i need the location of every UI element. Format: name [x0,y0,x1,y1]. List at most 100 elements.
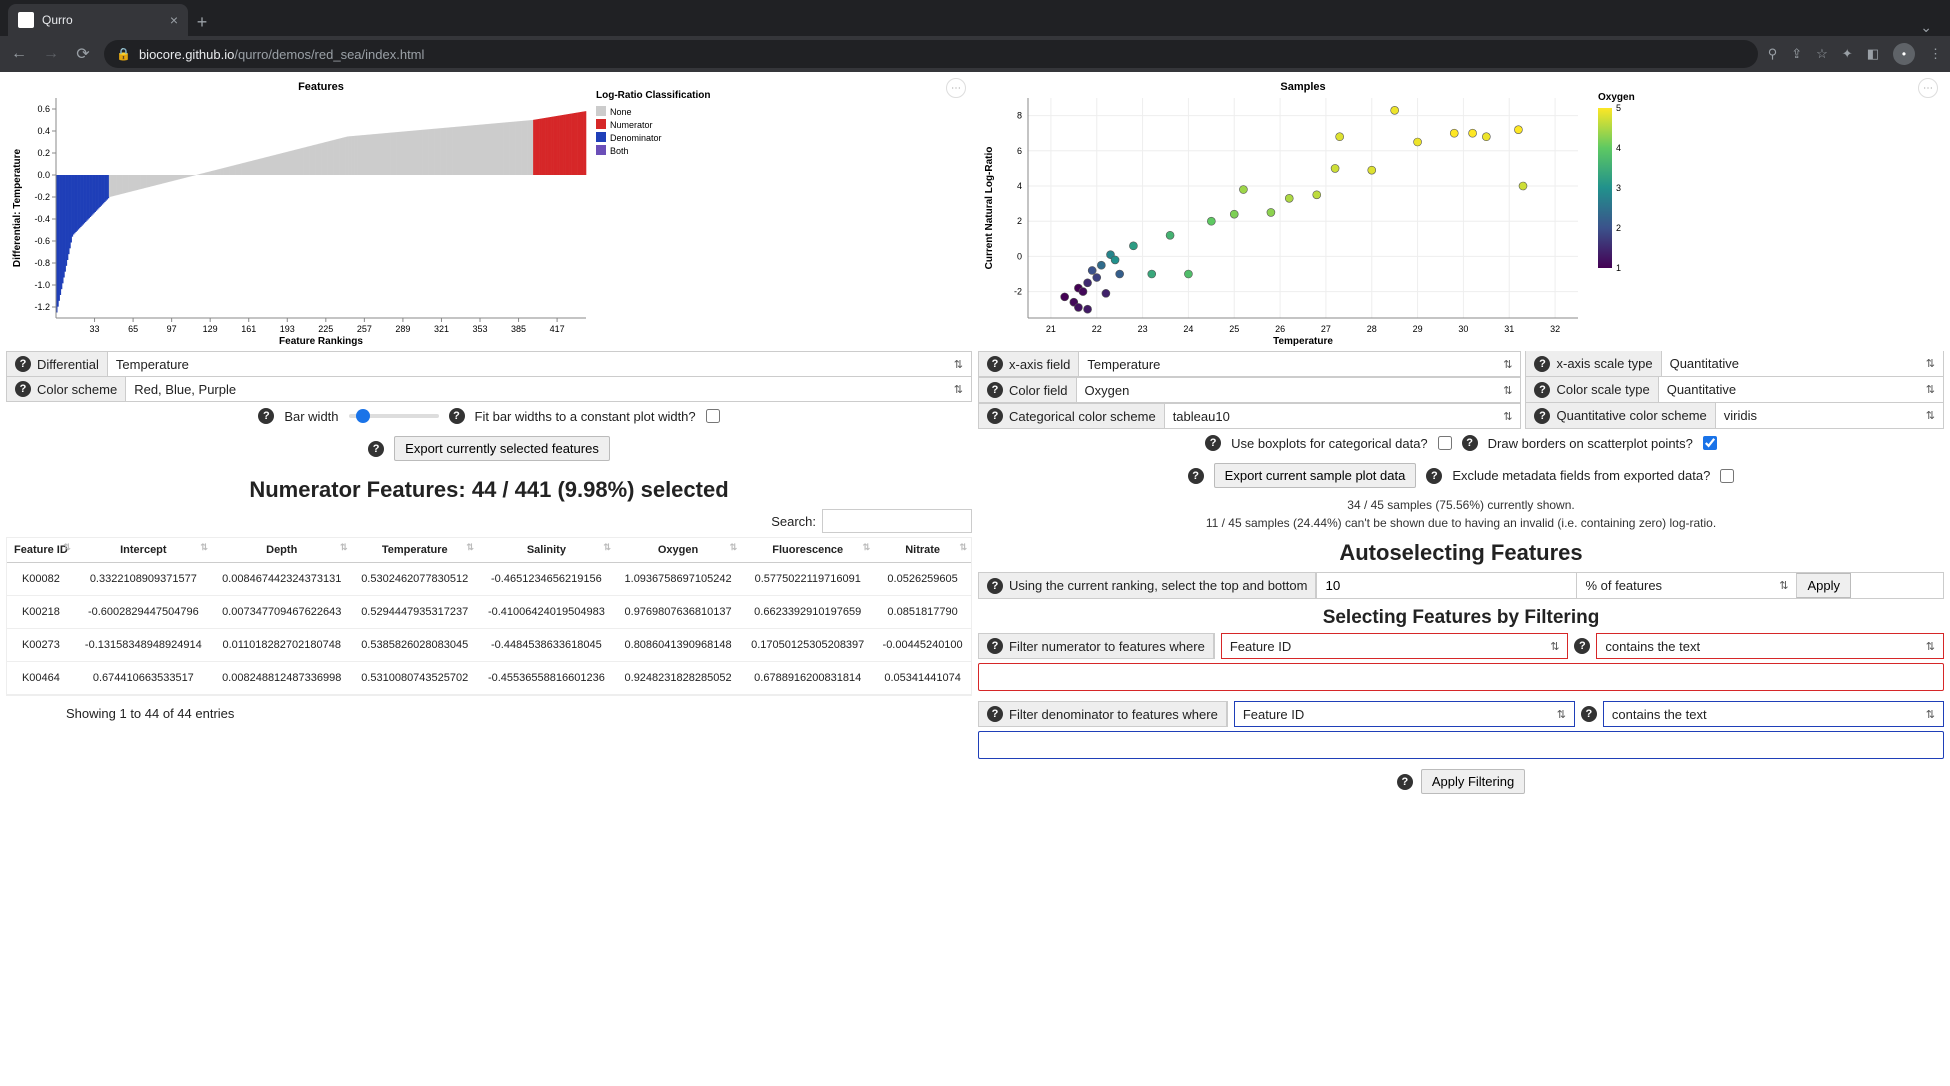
search-icon[interactable]: ⚲ [1768,46,1778,62]
help-icon[interactable]: ? [1534,382,1550,398]
table-header[interactable]: Temperature⇅ [352,538,478,563]
table-header[interactable]: Nitrate⇅ [874,538,971,563]
tabs-menu-icon[interactable]: ⌄ [1910,19,1942,36]
lock-icon: 🔒 [116,47,131,61]
color-field-label: Color field [1009,383,1068,398]
svg-text:0.2: 0.2 [37,148,50,158]
help-icon[interactable]: ? [258,408,274,424]
svg-text:3: 3 [1616,183,1621,193]
xfield-label: x-axis field [1009,357,1070,372]
browser-tab-strip: Qurro × + ⌄ [0,0,1950,36]
autoselect-unit-select[interactable]: % of features [1576,573,1796,598]
catcolor-label: Categorical color scheme [1009,409,1156,424]
num-filter-field-select[interactable]: Feature ID [1221,633,1569,659]
catcolor-select[interactable]: tableau10 [1165,404,1521,428]
svg-text:Oxygen: Oxygen [1598,92,1635,103]
numerator-heading: Numerator Features: 44 / 441 (9.98%) sel… [6,477,972,503]
color-field-select[interactable]: Oxygen [1077,378,1521,402]
table-header[interactable]: Feature ID⇅ [7,538,75,563]
table-header[interactable]: Fluorescence⇅ [741,538,874,563]
table-search-input[interactable] [822,509,972,533]
boxplot-label: Use boxplots for categorical data? [1231,436,1428,451]
help-icon[interactable]: ? [1534,356,1550,372]
help-icon[interactable]: ? [987,638,1003,654]
differential-select[interactable]: Temperature [108,352,971,376]
table-header[interactable]: Oxygen⇅ [615,538,741,563]
xfield-select[interactable]: Temperature [1079,352,1520,376]
quantcolor-select[interactable]: viridis [1716,403,1943,428]
new-tab-button[interactable]: + [188,8,216,36]
forward-button[interactable]: → [40,45,62,63]
address-bar[interactable]: 🔒 biocore.github.io/qurro/demos/red_sea/… [104,40,1758,68]
help-icon[interactable]: ? [1205,435,1221,451]
help-icon[interactable]: ? [15,356,31,372]
num-filter-text-input[interactable] [978,663,1944,691]
help-icon[interactable]: ? [987,356,1003,372]
den-filter-op-select[interactable]: contains the text [1603,701,1944,727]
plot-menu-icon[interactable]: ⋯ [946,78,966,98]
svg-text:353: 353 [472,324,487,334]
svg-text:Numerator: Numerator [610,120,653,130]
back-button[interactable]: ← [8,45,30,63]
help-icon[interactable]: ? [449,408,465,424]
extensions-icon[interactable]: ✦ [1842,46,1853,62]
boxplot-checkbox[interactable] [1438,436,1452,450]
autoselect-value-input[interactable] [1316,573,1576,598]
export-sample-button[interactable]: Export current sample plot data [1214,463,1417,488]
svg-text:Both: Both [610,146,629,156]
autoselect-label: Using the current ranking, select the to… [1009,578,1307,593]
reload-button[interactable]: ⟳ [72,44,94,64]
table-header[interactable]: Salinity⇅ [478,538,615,563]
chrome-menu-icon[interactable]: ⋮ [1929,46,1942,62]
plot-menu-icon[interactable]: ⋯ [1918,78,1938,98]
num-filter-op-select[interactable]: contains the text [1596,633,1944,659]
export-features-button[interactable]: Export currently selected features [394,436,610,461]
side-panel-icon[interactable]: ◧ [1867,46,1879,62]
share-icon[interactable]: ⇪ [1791,46,1802,62]
browser-toolbar: ← → ⟳ 🔒 biocore.github.io/qurro/demos/re… [0,36,1950,72]
exclude-checkbox[interactable] [1720,469,1734,483]
bar-width-slider[interactable] [349,414,439,418]
help-icon[interactable]: ? [987,408,1003,424]
autoselect-apply-button[interactable]: Apply [1796,573,1851,598]
help-icon[interactable]: ? [987,382,1003,398]
borders-checkbox[interactable] [1703,436,1717,450]
help-icon[interactable]: ? [1188,468,1204,484]
color-scheme-select[interactable]: Red, Blue, Purple [126,377,971,401]
help-icon[interactable]: ? [1581,706,1597,722]
color-scale-select[interactable]: Quantitative [1659,377,1943,402]
help-icon[interactable]: ? [368,441,384,457]
xscale-select[interactable]: Quantitative [1662,351,1943,376]
svg-text:417: 417 [550,324,565,334]
filter-heading: Selecting Features by Filtering [978,607,1944,629]
help-icon[interactable]: ? [1426,468,1442,484]
help-icon[interactable]: ? [15,381,31,397]
svg-text:25: 25 [1229,324,1239,334]
apply-filtering-button[interactable]: Apply Filtering [1421,769,1525,794]
bookmark-icon[interactable]: ☆ [1816,46,1828,62]
table-header[interactable]: Depth⇅ [212,538,352,563]
color-scheme-label: Color scheme [37,382,117,397]
profile-avatar[interactable]: • [1893,43,1915,65]
svg-text:2: 2 [1017,216,1022,226]
help-icon[interactable]: ? [1462,435,1478,451]
svg-text:97: 97 [167,324,177,334]
features-table: Feature ID⇅Intercept⇅Depth⇅Temperature⇅S… [7,538,971,695]
close-tab-icon[interactable]: × [170,12,178,28]
svg-text:Current Natural Log-Ratio: Current Natural Log-Ratio [984,147,995,270]
browser-tab[interactable]: Qurro × [8,4,188,36]
table-header[interactable]: Intercept⇅ [75,538,212,563]
svg-text:Log-Ratio Classification: Log-Ratio Classification [596,90,710,101]
svg-text:385: 385 [511,324,526,334]
svg-text:6: 6 [1017,146,1022,156]
den-filter-text-input[interactable] [978,731,1944,759]
help-icon[interactable]: ? [987,706,1003,722]
svg-text:29: 29 [1413,324,1423,334]
help-icon[interactable]: ? [1397,774,1413,790]
fit-widths-checkbox[interactable] [706,409,720,423]
help-icon[interactable]: ? [1534,408,1550,424]
help-icon[interactable]: ? [1574,638,1590,654]
svg-text:129: 129 [203,324,218,334]
den-filter-field-select[interactable]: Feature ID [1234,701,1575,727]
help-icon[interactable]: ? [987,578,1003,594]
